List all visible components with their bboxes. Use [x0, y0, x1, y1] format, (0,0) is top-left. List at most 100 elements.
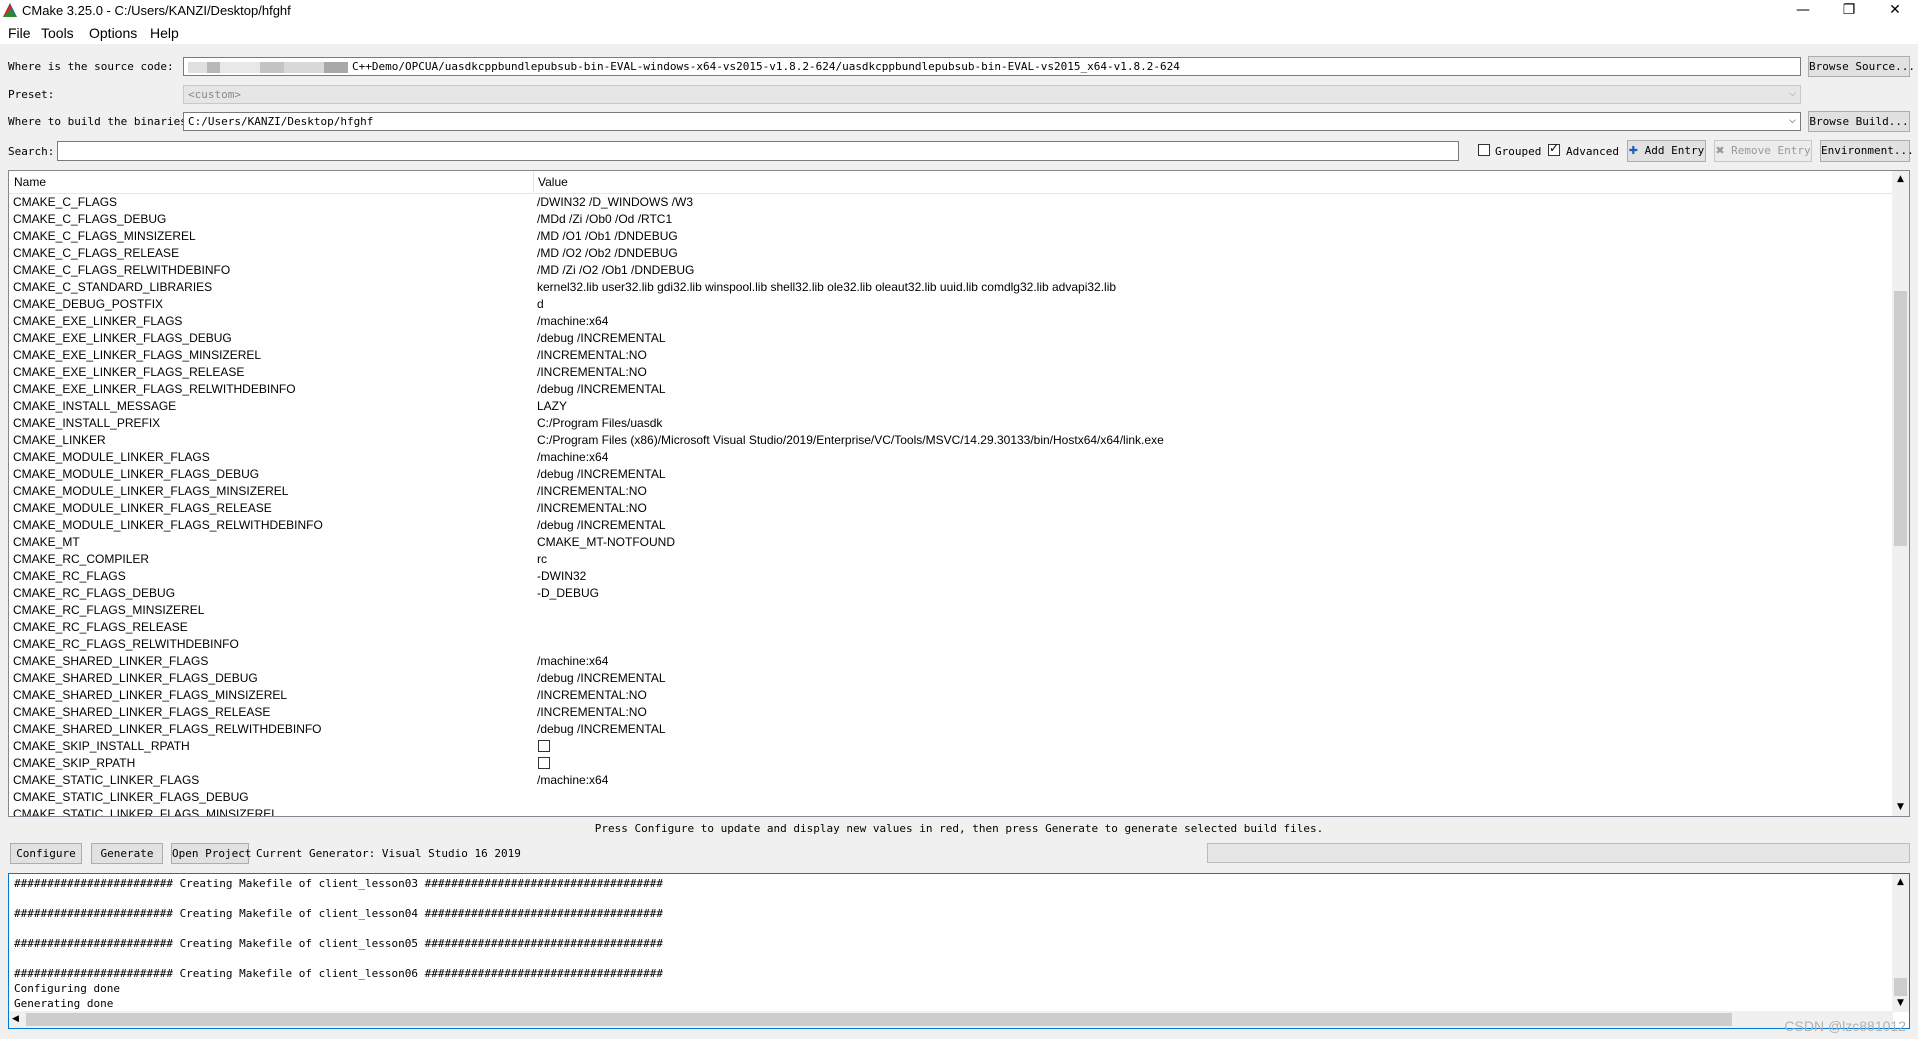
row-value[interactable]: /MD /Zi /O2 /Ob1 /DNDEBUG — [537, 262, 694, 279]
grouped-checkbox[interactable] — [1478, 144, 1490, 156]
row-value[interactable]: CMAKE_MT-NOTFOUND — [537, 534, 675, 551]
row-value[interactable]: /machine:x64 — [537, 313, 608, 330]
remove-entry-button[interactable]: ✖ Remove Entry — [1714, 140, 1812, 162]
row-value[interactable]: -DWIN32 — [537, 568, 586, 585]
table-row[interactable]: CMAKE_EXE_LINKER_FLAGS/machine:x64 — [9, 313, 1893, 330]
output-vscrollbar[interactable]: ▲ ▼ — [1892, 874, 1909, 1012]
table-row[interactable]: CMAKE_DEBUG_POSTFIX d — [9, 296, 1893, 313]
source-path-field[interactable]: C++Demo/OPCUA/uasdkcppbundlepubsub-bin-E… — [183, 57, 1801, 76]
table-row[interactable]: CMAKE_SHARED_LINKER_FLAGS_MINSIZEREL/INC… — [9, 687, 1893, 704]
row-value[interactable]: C:/Program Files (x86)/Microsoft Visual … — [537, 432, 1164, 449]
row-value[interactable]: /MD /O1 /Ob1 /DNDEBUG — [537, 228, 678, 245]
row-value[interactable]: /debug /INCREMENTAL — [537, 721, 666, 738]
table-row[interactable]: CMAKE_EXE_LINKER_FLAGS_MINSIZEREL/INCREM… — [9, 347, 1893, 364]
table-row[interactable]: CMAKE_MT CMAKE_MT-NOTFOUND — [9, 534, 1893, 551]
row-value[interactable]: /debug /INCREMENTAL — [537, 670, 666, 687]
table-row[interactable]: CMAKE_C_FLAGS_DEBUG/MDd /Zi /Ob0 /Od /RT… — [9, 211, 1893, 228]
table-row[interactable]: CMAKE_C_FLAGS_MINSIZEREL/MD /O1 /Ob1 /DN… — [9, 228, 1893, 245]
table-row[interactable]: CMAKE_RC_COMPILER rc — [9, 551, 1893, 568]
row-value[interactable]: C:/Program Files/uasdk — [537, 415, 662, 432]
minimize-button[interactable]: — — [1780, 0, 1826, 22]
environment-button[interactable]: Environment... — [1820, 140, 1914, 162]
table-row[interactable]: CMAKE_SKIP_RPATH — [9, 755, 1893, 772]
row-value[interactable]: /INCREMENTAL:NO — [537, 704, 647, 721]
browse-source-button[interactable]: Browse Source... — [1808, 56, 1915, 77]
row-value[interactable]: /debug /INCREMENTAL — [537, 381, 666, 398]
table-row[interactable]: CMAKE_INSTALL_MESSAGE LAZY — [9, 398, 1893, 415]
search-input[interactable] — [57, 141, 1459, 161]
row-value[interactable]: /machine:x64 — [537, 653, 608, 670]
table-row[interactable]: CMAKE_EXE_LINKER_FLAGS_DEBUG/debug /INCR… — [9, 330, 1893, 347]
row-value[interactable]: /debug /INCREMENTAL — [537, 517, 666, 534]
table-row[interactable]: CMAKE_SHARED_LINKER_FLAGS/machine:x64 — [9, 653, 1893, 670]
scroll-left-icon[interactable]: ◀ — [12, 1011, 19, 1028]
preset-select[interactable]: <custom> ⌵ — [183, 85, 1801, 104]
row-value[interactable]: /machine:x64 — [537, 772, 608, 789]
col-value-header[interactable]: Value — [538, 175, 568, 189]
table-row[interactable]: CMAKE_C_FLAGS_RELEASE/MD /O2 /Ob2 /DNDEB… — [9, 245, 1893, 262]
table-row[interactable]: CMAKE_EXE_LINKER_FLAGS_RELEASE/INCREMENT… — [9, 364, 1893, 381]
table-row[interactable]: CMAKE_RC_FLAGS -DWIN32 — [9, 568, 1893, 585]
row-value[interactable]: /debug /INCREMENTAL — [537, 466, 666, 483]
close-button[interactable]: ✕ — [1872, 0, 1918, 22]
row-value[interactable]: d — [537, 296, 544, 313]
scroll-up-icon[interactable]: ▲ — [1892, 874, 1909, 891]
menu-file[interactable]: File — [8, 25, 31, 41]
table-row[interactable]: CMAKE_RC_FLAGS_DEBUG -D_DEBUG — [9, 585, 1893, 602]
table-row[interactable]: CMAKE_MODULE_LINKER_FLAGS_MINSIZEREL/INC… — [9, 483, 1893, 500]
row-value-checkbox[interactable] — [538, 740, 550, 752]
row-value[interactable]: /DWIN32 /D_WINDOWS /W3 — [537, 194, 693, 211]
scroll-up-icon[interactable]: ▲ — [1892, 171, 1909, 188]
table-row[interactable]: CMAKE_MODULE_LINKER_FLAGS_RELEASE/INCREM… — [9, 500, 1893, 517]
menu-options[interactable]: Options — [89, 25, 137, 41]
scroll-thumb[interactable] — [26, 1013, 1732, 1026]
scroll-down-icon[interactable]: ▼ — [1892, 799, 1909, 816]
table-row[interactable]: CMAKE_RC_FLAGS_RELWITHDEBINFO — [9, 636, 1893, 653]
row-value[interactable]: /debug /INCREMENTAL — [537, 330, 666, 347]
row-value[interactable]: -D_DEBUG — [537, 585, 599, 602]
row-value[interactable]: /INCREMENTAL:NO — [537, 483, 647, 500]
table-row[interactable]: CMAKE_SKIP_INSTALL_RPATH — [9, 738, 1893, 755]
col-name-header[interactable]: Name — [14, 175, 46, 189]
table-row[interactable]: CMAKE_INSTALL_PREFIX C:/Program Files/uas… — [9, 415, 1893, 432]
table-vscrollbar[interactable]: ▲ ▼ — [1892, 171, 1909, 816]
build-path-field[interactable]: C:/Users/KANZI/Desktop/hfghf ⌵ — [183, 112, 1801, 131]
row-value-checkbox[interactable] — [538, 757, 550, 769]
row-value[interactable]: LAZY — [537, 398, 567, 415]
row-value[interactable]: rc — [537, 551, 547, 568]
configure-button[interactable]: Configure — [10, 843, 82, 864]
advanced-checkbox[interactable] — [1548, 141, 1560, 156]
row-value[interactable]: /INCREMENTAL:NO — [537, 347, 647, 364]
row-value[interactable]: kernel32.lib user32.lib gdi32.lib winspo… — [537, 279, 1116, 296]
table-row[interactable]: CMAKE_STATIC_LINKER_FLAGS/machine:x64 — [9, 772, 1893, 789]
row-value[interactable]: /INCREMENTAL:NO — [537, 364, 647, 381]
scroll-thumb[interactable] — [1894, 978, 1907, 996]
table-row[interactable]: CMAKE_SHARED_LINKER_FLAGS_DEBUG/debug /I… — [9, 670, 1893, 687]
restore-button[interactable]: ❐ — [1826, 0, 1872, 22]
row-value[interactable]: /MDd /Zi /Ob0 /Od /RTC1 — [537, 211, 672, 228]
scroll-down-icon[interactable]: ▼ — [1892, 995, 1909, 1012]
table-row[interactable]: CMAKE_EXE_LINKER_FLAGS_RELWITHDEBINFO/de… — [9, 381, 1893, 398]
output-log[interactable]: ######################## Creating Makefi… — [8, 873, 1910, 1029]
table-row[interactable]: CMAKE_MODULE_LINKER_FLAGS/machine:x64 — [9, 449, 1893, 466]
output-hscrollbar[interactable]: ◀ — [9, 1011, 1893, 1028]
table-row[interactable]: CMAKE_MODULE_LINKER_FLAGS_DEBUG/debug /I… — [9, 466, 1893, 483]
browse-build-button[interactable]: Browse Build... — [1808, 111, 1910, 132]
menu-tools[interactable]: Tools — [41, 25, 74, 41]
open-project-button[interactable]: Open Project — [171, 843, 251, 864]
table-row[interactable]: CMAKE_RC_FLAGS_MINSIZEREL — [9, 602, 1893, 619]
table-row[interactable]: CMAKE_C_STANDARD_LIBRARIES kernel32.lib u… — [9, 279, 1893, 296]
row-value[interactable]: /INCREMENTAL:NO — [537, 687, 647, 704]
scroll-thumb[interactable] — [1894, 291, 1907, 546]
table-row[interactable]: CMAKE_STATIC_LINKER_FLAGS_MINSIZEREL — [9, 806, 1893, 816]
table-row[interactable]: CMAKE_C_FLAGS/DWIN32 /D_WINDOWS /W3 — [9, 194, 1893, 211]
row-value[interactable]: /INCREMENTAL:NO — [537, 500, 647, 517]
row-value[interactable]: /MD /O2 /Ob2 /DNDEBUG — [537, 245, 678, 262]
table-row[interactable]: CMAKE_RC_FLAGS_RELEASE — [9, 619, 1893, 636]
table-row[interactable]: CMAKE_STATIC_LINKER_FLAGS_DEBUG — [9, 789, 1893, 806]
row-value[interactable]: /machine:x64 — [537, 449, 608, 466]
table-row[interactable]: CMAKE_LINKER C:/Program Files (x86)/Micro… — [9, 432, 1893, 449]
table-row[interactable]: CMAKE_MODULE_LINKER_FLAGS_RELWITHDEBINFO… — [9, 517, 1893, 534]
generate-button[interactable]: Generate — [91, 843, 163, 864]
table-row[interactable]: CMAKE_C_FLAGS_RELWITHDEBINFO/MD /Zi /O2 … — [9, 262, 1893, 279]
